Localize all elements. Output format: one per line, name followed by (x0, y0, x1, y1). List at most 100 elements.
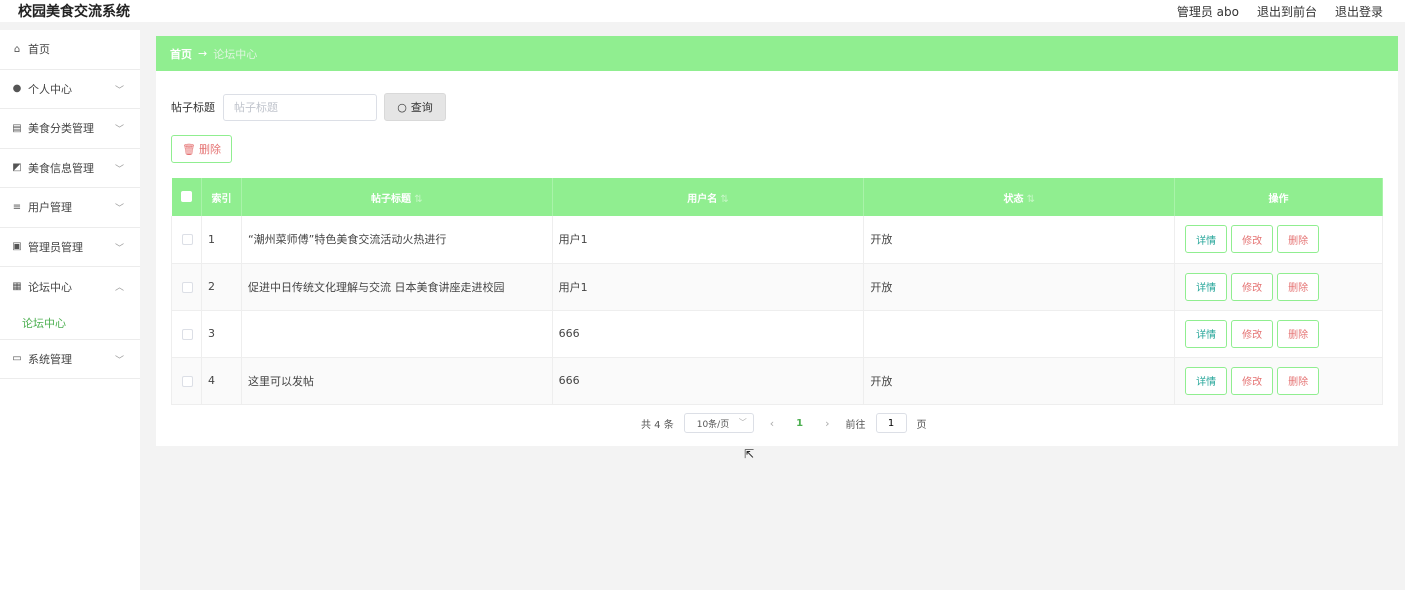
header-actions: 操作 (1174, 178, 1383, 216)
prev-page-icon[interactable]: ‹ (764, 417, 780, 430)
delete-button[interactable]: 删除 (1277, 225, 1320, 254)
top-bar: 校园美食交流系统 管理员 abo 退出到前台 退出登录 (0, 0, 1405, 22)
sidebar-item-home[interactable]: ⌂ 首页 (0, 30, 140, 70)
row-checkbox[interactable] (182, 234, 193, 246)
home-icon: ⌂ (13, 43, 21, 55)
row-select-cell[interactable] (171, 216, 202, 264)
cell-username: 666 (552, 310, 865, 358)
header-username[interactable]: 用户名 (552, 178, 865, 216)
chevron-down-icon: ﹀ (114, 355, 124, 366)
cell-title (241, 310, 553, 358)
search-input[interactable] (223, 93, 377, 121)
screen-icon: ▭ (12, 353, 22, 365)
page-size-value: 10条/页 (696, 419, 730, 430)
cell-index: 2 (201, 263, 242, 311)
cell-actions: 详情 修改 删除 (1174, 216, 1383, 264)
goto-page-unit: 页 (916, 419, 927, 431)
search-button[interactable]: ○ 查询 (384, 93, 446, 121)
cell-title: 促进中日传统文化理解与交流 日本美食讲座走进校园 (241, 263, 553, 311)
sidebar-item-user-management[interactable]: ≡ 用户管理 ﹀ (0, 188, 140, 228)
row-select-cell[interactable] (171, 357, 202, 405)
edit-button[interactable]: 修改 (1231, 225, 1274, 254)
edit-button[interactable]: 修改 (1231, 319, 1274, 348)
delete-button[interactable]: 删除 (1277, 366, 1320, 395)
header-status[interactable]: 状态 (863, 178, 1176, 216)
header-index: 索引 (201, 178, 242, 216)
sidebar-item-personal-center[interactable]: ● 个人中心 ﹀ (0, 70, 140, 109)
sidebar-item-system-management[interactable]: ▭ 系统管理 ﹀ (0, 340, 140, 379)
cell-title: “潮州菜师傅”特色美食交流活动火热进行 (241, 216, 553, 264)
cell-status: 开放 (863, 357, 1176, 405)
row-checkbox[interactable] (182, 281, 193, 293)
sidebar-item-label: 管理员管理 (28, 240, 83, 254)
trash-icon: 🗑 (182, 142, 196, 156)
submenu-item-forum-center[interactable]: 论坛中心 (0, 307, 140, 340)
cell-username: 用户1 (552, 216, 865, 264)
row-select-cell[interactable] (171, 310, 202, 358)
top-right-links: 管理员 abo 退出到前台 退出登录 (1177, 3, 1383, 20)
detail-button[interactable]: 详情 (1185, 225, 1228, 254)
next-page-icon[interactable]: › (819, 417, 835, 430)
search-icon: ○ (397, 100, 407, 114)
row-select-cell[interactable] (171, 263, 202, 311)
chevron-up-icon: ︿ (114, 283, 124, 293)
cell-index: 4 (201, 357, 242, 405)
breadcrumb-home[interactable]: 首页 (170, 46, 192, 62)
goto-label: 前往 (845, 419, 866, 431)
cell-index: 3 (201, 310, 242, 358)
front-link[interactable]: 退出到前台 (1257, 3, 1317, 20)
main-panel: 首页 → 论坛中心 帖子标题 ○ 查询 🗑 删除 索引 帖子标题 用户名 状态 … (156, 36, 1398, 446)
sidebar-item-food-info[interactable]: ◩ 美食信息管理 ﹀ (0, 149, 140, 188)
chevron-down-icon: ﹀ (114, 125, 124, 135)
sidebar-item-label: 论坛中心 (28, 280, 72, 294)
select-all-cell[interactable] (171, 178, 202, 216)
menu-icon: ≡ (12, 201, 22, 213)
page-number-current[interactable]: 1 (790, 418, 809, 429)
row-checkbox[interactable] (182, 375, 193, 387)
cell-username: 用户1 (552, 263, 865, 311)
sidebar-item-food-category[interactable]: ▤ 美食分类管理 ﹀ (0, 109, 140, 149)
row-checkbox[interactable] (182, 328, 193, 340)
notebook-icon: ▣ (12, 241, 22, 253)
sidebar-item-label: 用户管理 (28, 201, 72, 215)
cell-actions: 详情 修改 删除 (1174, 310, 1383, 358)
user-label: 管理员 abo (1176, 5, 1239, 19)
cell-index: 1 (201, 216, 242, 264)
breadcrumb-current: 论坛中心 (213, 47, 258, 61)
logout-link[interactable]: 退出登录 (1335, 3, 1383, 20)
detail-button[interactable]: 详情 (1185, 319, 1228, 348)
edit-button[interactable]: 修改 (1231, 366, 1274, 395)
edit-button[interactable]: 修改 (1231, 272, 1274, 301)
header-title[interactable]: 帖子标题 (241, 178, 553, 216)
search-row: 帖子标题 ○ 查询 (171, 93, 446, 121)
pagination-total: 共 4 条 (641, 419, 674, 431)
pagination: 共 4 条 10条/页 ﹀ ‹ 1 › 前往 页 (641, 413, 927, 433)
sidebar-item-label: 美食信息管理 (28, 161, 94, 175)
select-all-checkbox[interactable] (180, 191, 192, 203)
sidebar-item-forum-center[interactable]: ▦ 论坛中心 ︿ (0, 267, 140, 307)
detail-button[interactable]: 详情 (1185, 272, 1228, 301)
sidebar-item-label: 首页 (28, 43, 50, 57)
page-size-select[interactable]: 10条/页 ﹀ (683, 413, 754, 433)
breadcrumb-arrow-icon: → (198, 47, 208, 60)
chevron-down-icon: ﹀ (114, 164, 124, 175)
sidebar-item-label: 系统管理 (28, 352, 72, 366)
clipboard-icon: ▦ (12, 281, 22, 293)
cell-title: 这里可以发帖 (241, 357, 553, 405)
cell-status (863, 310, 1176, 358)
delete-button[interactable]: 删除 (1277, 272, 1320, 301)
batch-delete-button[interactable]: 🗑 删除 (171, 135, 232, 163)
table-row: 3 666 详情 修改 删除 (171, 310, 1383, 358)
delete-button[interactable]: 删除 (1277, 319, 1320, 348)
goto-page-input[interactable] (875, 413, 907, 433)
batch-delete-label: 删除 (198, 143, 221, 156)
app-title: 校园美食交流系统 (18, 4, 130, 20)
user-icon: ● (12, 83, 22, 95)
cell-username: 666 (552, 357, 865, 405)
wallet-icon: ◩ (12, 162, 22, 174)
table-row: 4 这里可以发帖 666 开放 详情 修改 删除 (171, 357, 1383, 405)
sidebar-item-admin-management[interactable]: ▣ 管理员管理 ﹀ (0, 228, 140, 267)
table-row: 2 促进中日传统文化理解与交流 日本美食讲座走进校园 用户1 开放 详情 修改 删除 (171, 263, 1383, 311)
table-row: 1 “潮州菜师傅”特色美食交流活动火热进行 用户1 开放 详情 修改 删除 (171, 216, 1383, 264)
detail-button[interactable]: 详情 (1185, 366, 1228, 395)
